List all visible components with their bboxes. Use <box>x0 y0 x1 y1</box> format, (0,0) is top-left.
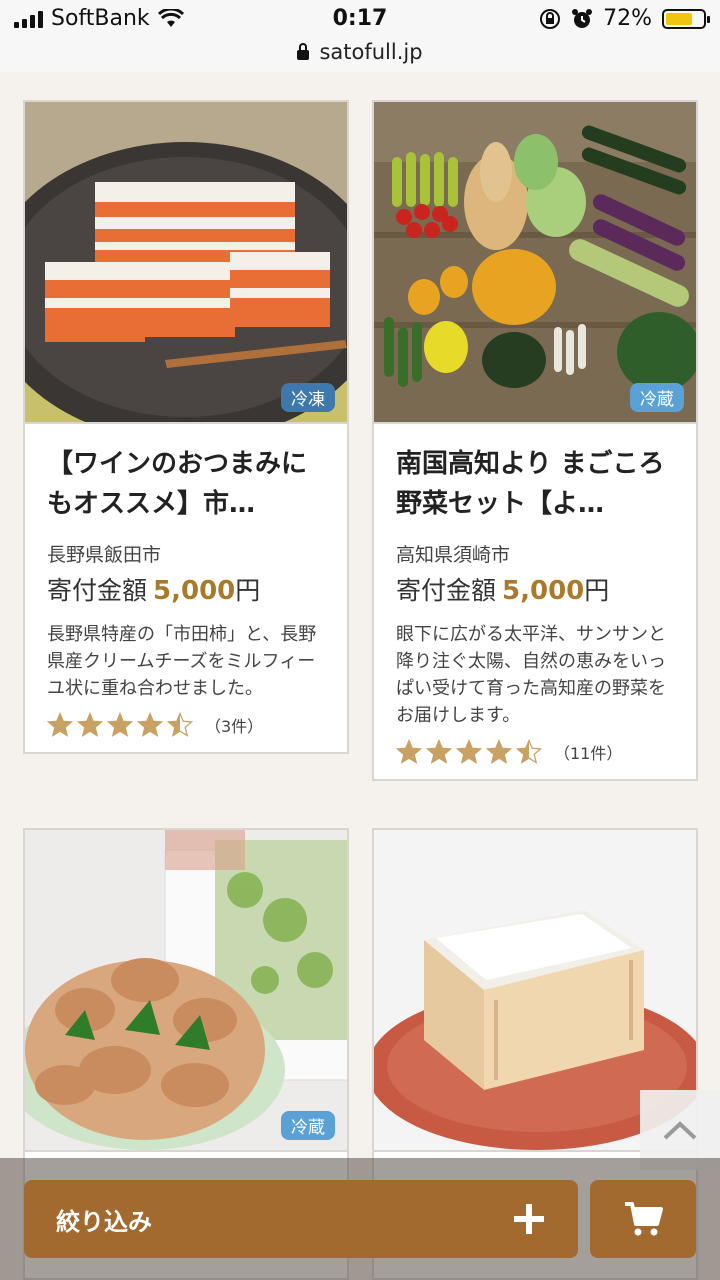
product-region: 高知県須崎市 <box>396 544 511 566</box>
battery-icon <box>662 8 710 29</box>
star-icon <box>426 739 452 764</box>
product-price: 寄付金額 5,000円 <box>47 571 325 607</box>
lock-icon <box>297 43 310 60</box>
star-icon <box>456 739 482 764</box>
price-unit: 円 <box>235 576 261 605</box>
product-rating: （3件） <box>47 712 325 738</box>
rotation-lock-icon <box>540 8 561 29</box>
star-icon <box>486 739 512 764</box>
star-icon <box>516 739 542 764</box>
star-icon <box>77 712 103 737</box>
product-image[interactable]: 冷凍 <box>25 102 347 424</box>
star-icon <box>47 712 73 737</box>
filter-button[interactable]: 絞り込み <box>24 1180 578 1258</box>
cart-button[interactable] <box>590 1180 696 1258</box>
storage-tag-frozen: 冷凍 <box>281 383 335 412</box>
address-bar[interactable]: satofull.jp <box>0 40 720 64</box>
product-price: 寄付金額 5,000円 <box>396 571 674 607</box>
cart-icon <box>625 1202 663 1236</box>
price-unit: 円 <box>584 576 610 605</box>
product-title[interactable]: 南国高知より まごころ野菜セット【よ… <box>396 444 674 524</box>
star-icon <box>137 712 163 737</box>
product-image[interactable]: 冷蔵 <box>25 830 347 1152</box>
price-value: 5,000 <box>502 576 585 606</box>
product-title[interactable]: 【ワインのおつまみにもオススメ】市… <box>47 444 325 524</box>
review-count[interactable]: （3件） <box>205 713 263 737</box>
status-bar: SoftBank 0:17 72% satofull.jp <box>0 0 720 72</box>
star-icon <box>167 712 193 737</box>
product-region: 長野県飯田市 <box>47 544 162 566</box>
price-label: 寄付金額 <box>396 576 497 605</box>
product-rating: （11件） <box>396 739 674 765</box>
product-card[interactable]: 冷蔵 南国高知より まごころ野菜セット【よ… 高知県須崎市 寄付金額 5,000円… <box>372 100 698 781</box>
product-description: 眼下に広がる太平洋、サンサンと降り注ぐ太陽、自然の恵みをいっぱい受けて育った高知… <box>396 624 666 726</box>
status-right: 72% <box>539 6 710 31</box>
star-rating <box>47 712 193 738</box>
price-label: 寄付金額 <box>47 576 148 605</box>
product-image[interactable]: 冷蔵 <box>374 102 696 424</box>
star-icon <box>107 712 133 737</box>
star-rating <box>396 739 542 765</box>
star-icon <box>396 739 422 764</box>
filter-label: 絞り込み <box>56 1207 152 1236</box>
product-description: 長野県特産の「市田柿」と、長野県産クリームチーズをミルフィーユ状に重ね合わせまし… <box>47 624 317 699</box>
price-value: 5,000 <box>153 576 236 606</box>
plus-icon <box>514 1204 544 1234</box>
battery-percent: 72% <box>603 6 652 31</box>
review-count[interactable]: （11件） <box>554 740 622 764</box>
product-card[interactable]: 冷凍 【ワインのおつまみにもオススメ】市… 長野県飯田市 寄付金額 5,000円 … <box>23 100 349 754</box>
url-text: satofull.jp <box>319 40 423 64</box>
chevron-up-icon <box>663 1121 697 1140</box>
storage-tag-chilled: 冷蔵 <box>281 1111 335 1140</box>
alarm-icon <box>572 8 593 28</box>
storage-tag-chilled: 冷蔵 <box>630 383 684 412</box>
